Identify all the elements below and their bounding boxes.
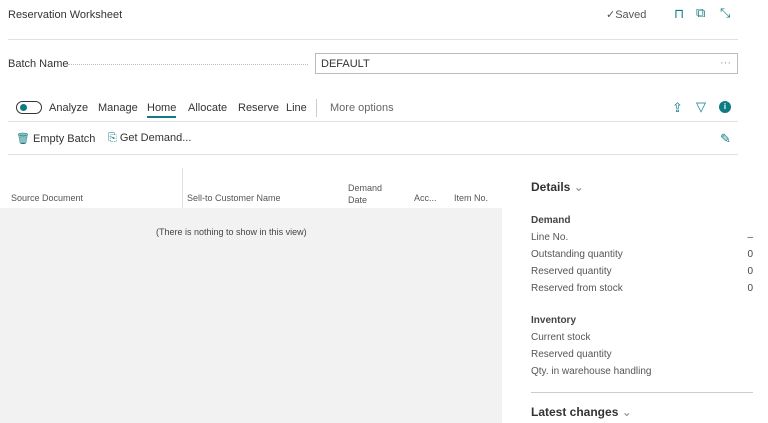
- check-icon: ✓: [606, 9, 615, 21]
- open-new-window-icon[interactable]: ⧉: [696, 5, 705, 21]
- saved-status: ✓Saved: [606, 8, 646, 21]
- filter-icon[interactable]: ▽: [696, 99, 706, 115]
- trash-icon: 🗑: [16, 133, 30, 145]
- more-options[interactable]: More options: [330, 102, 394, 114]
- reserved-from-stock-label: Reserved from stock: [531, 283, 623, 294]
- analyze-label: Analyze: [49, 102, 88, 114]
- inventory-heading: Inventory: [531, 315, 576, 326]
- lookup-button[interactable]: ···: [720, 57, 731, 69]
- chevron-down-icon: ⌄: [618, 405, 631, 419]
- analyze-toggle[interactable]: [16, 101, 42, 114]
- leader-dots: [68, 64, 308, 65]
- outstanding-qty-label: Outstanding quantity: [531, 249, 623, 260]
- demand-heading: Demand: [531, 215, 570, 226]
- pin-icon[interactable]: ✎: [720, 131, 731, 147]
- tab-manage[interactable]: Manage: [98, 102, 138, 114]
- reserved-qty-value[interactable]: 0: [747, 266, 753, 277]
- info-icon[interactable]: i: [719, 101, 731, 113]
- tab-line[interactable]: Line: [286, 102, 307, 114]
- column-demand-date[interactable]: Demand Date: [348, 182, 388, 206]
- line-no-label: Line No.: [531, 232, 568, 243]
- bookmark-icon[interactable]: ⊓: [674, 6, 684, 22]
- get-demand-button[interactable]: ⎘ Get Demand...: [108, 132, 191, 145]
- grid-area: (There is nothing to show in this view): [0, 208, 502, 423]
- batch-name-input[interactable]: DEFAULT···: [315, 53, 738, 74]
- line-no-value[interactable]: –: [747, 232, 753, 243]
- page-title: Reservation Worksheet: [8, 9, 122, 21]
- batch-name-label: Batch Name: [8, 58, 69, 70]
- outstanding-qty-value: 0: [747, 249, 753, 260]
- tab-reserve[interactable]: Reserve: [238, 102, 279, 114]
- reserved-qty-label: Reserved quantity: [531, 266, 612, 277]
- document-add-icon: ⎘: [108, 132, 117, 144]
- tab-home[interactable]: Home: [147, 102, 176, 118]
- column-source-document[interactable]: Source Document: [11, 193, 83, 203]
- share-icon[interactable]: ⇪: [672, 100, 683, 116]
- latest-changes-header[interactable]: Latest changes ⌄: [531, 405, 632, 419]
- current-stock-label: Current stock: [531, 332, 590, 343]
- column-acc[interactable]: Acc...: [414, 193, 437, 203]
- tab-allocate[interactable]: Allocate: [188, 102, 227, 114]
- details-header[interactable]: Details ⌄: [531, 180, 584, 194]
- inventory-reserved-qty-label: Reserved quantity: [531, 349, 612, 360]
- column-customer-name[interactable]: Sell-to Customer Name: [187, 193, 281, 203]
- empty-message: (There is nothing to show in this view): [156, 227, 307, 237]
- chevron-down-icon: ⌄: [570, 180, 583, 194]
- reserved-from-stock-value: 0: [747, 283, 753, 294]
- collapse-icon[interactable]: ⤡: [720, 5, 730, 21]
- warehouse-handling-label: Qty. in warehouse handling: [531, 366, 651, 377]
- empty-batch-button[interactable]: 🗑 Empty Batch: [16, 132, 95, 145]
- column-item-no[interactable]: Item No.: [454, 193, 488, 203]
